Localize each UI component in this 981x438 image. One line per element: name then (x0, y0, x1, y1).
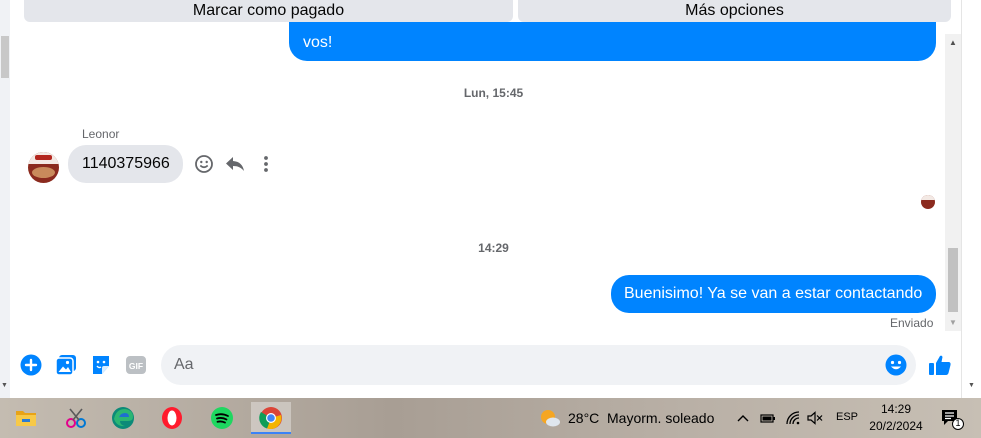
add-plus-icon[interactable] (19, 353, 43, 377)
mark-as-paid-button[interactable]: Marcar como pagado (24, 0, 513, 22)
page-left-scrollbar[interactable]: ▼ (0, 0, 10, 398)
battery-icon[interactable] (760, 410, 776, 426)
weather-description[interactable]: Mayorm. soleado (607, 410, 714, 426)
react-emoji-icon[interactable] (193, 153, 215, 175)
chevron-up-icon[interactable] (735, 410, 751, 426)
sender-name: Leonor (82, 127, 120, 141)
svg-text:GIF: GIF (129, 361, 143, 371)
page-scroll-down-arrow[interactable]: ▼ (1, 382, 8, 389)
seen-indicator-avatar (921, 195, 935, 209)
taskbar: 28°C Mayorm. soleado ESP 14:29 20/2/2024… (0, 398, 981, 438)
chrome-browser-icon[interactable] (251, 402, 291, 434)
message-input[interactable] (161, 345, 916, 385)
page-scroll-thumb[interactable] (1, 36, 9, 78)
incoming-message[interactable]: 1140375966 (68, 145, 183, 183)
more-options-button[interactable]: Más opciones (518, 0, 951, 22)
weather-icon[interactable] (539, 408, 561, 428)
clock-date[interactable]: 20/2/2024 (867, 419, 925, 433)
weather-temperature[interactable]: 28°C (568, 410, 599, 426)
message-text: Buenisimo! Ya se van a estar contactando (624, 285, 923, 302)
timestamp-separator: Lun, 15:45 (463, 86, 524, 100)
file-explorer-icon[interactable] (6, 402, 46, 434)
edge-browser-icon[interactable] (103, 402, 143, 434)
mark-as-paid-label: Marcar como pagado (192, 2, 345, 19)
thumbs-up-icon[interactable] (928, 353, 952, 377)
input-language[interactable]: ESP (836, 411, 858, 423)
notification-count-badge: 1 (955, 418, 961, 428)
message-text: 1140375966 (82, 155, 170, 172)
outgoing-message[interactable]: vos! (289, 22, 936, 61)
chat-scroll-thumb[interactable] (948, 248, 958, 312)
spotify-icon[interactable] (202, 402, 242, 434)
snipping-tool-icon[interactable] (56, 402, 96, 434)
page-scroll-down-arrow[interactable]: ▼ (968, 382, 975, 389)
reply-icon[interactable] (224, 153, 246, 175)
message-status: Enviado (890, 316, 934, 330)
emoji-icon[interactable] (884, 353, 908, 377)
avatar[interactable] (28, 152, 59, 183)
sticker-icon[interactable] (89, 353, 113, 377)
message-composer: GIF (10, 341, 961, 389)
scroll-down-arrow[interactable]: ▼ (945, 318, 961, 327)
wifi-icon[interactable] (786, 410, 802, 426)
photo-gallery-icon[interactable] (54, 353, 78, 377)
chat-scrollbar[interactable]: ▲ ▼ (945, 34, 961, 331)
more-actions-icon[interactable] (255, 153, 277, 175)
opera-browser-icon[interactable] (152, 402, 192, 434)
scroll-up-arrow[interactable]: ▲ (945, 38, 961, 47)
outgoing-message[interactable]: Buenisimo! Ya se van a estar contactando (611, 275, 936, 313)
timestamp-separator: 14:29 (478, 241, 509, 255)
gif-icon[interactable]: GIF (124, 353, 148, 377)
speaker-muted-icon[interactable] (807, 410, 823, 426)
more-options-label: Más opciones (685, 2, 784, 19)
clock-time[interactable]: 14:29 (873, 402, 919, 416)
page-right-edge: ▼ (961, 0, 981, 398)
message-text: vos! (303, 34, 333, 51)
